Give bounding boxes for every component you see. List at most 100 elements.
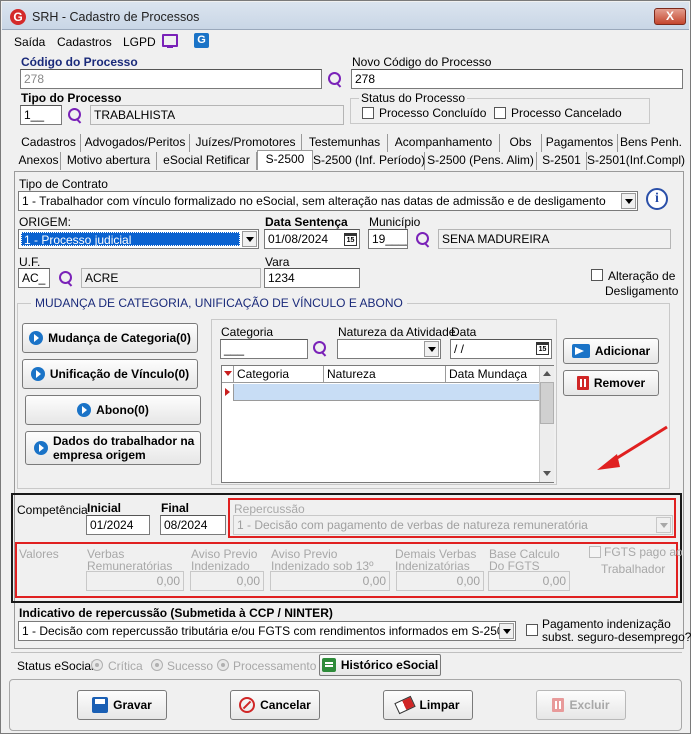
grid-sort-header[interactable] [222, 366, 234, 383]
cancelar-button[interactable]: Cancelar [230, 690, 320, 720]
tab-obs[interactable]: Obs [500, 134, 542, 152]
tab-s2500-inf-periodo[interactable]: S-2500 (Inf. Período) [313, 152, 425, 170]
g-app-icon[interactable]: G [194, 33, 209, 48]
tab-esocial-retificar[interactable]: eSocial Retificar [157, 152, 257, 170]
tab-s2501[interactable]: S-2501 [537, 152, 587, 170]
alteracao-label-2: Desligamento [605, 284, 679, 298]
tab-anexos[interactable]: Anexos [17, 152, 61, 170]
radio-critica[interactable] [91, 659, 103, 671]
unificacao-vinculo-button[interactable]: Unificação de Vínculo(0) [22, 359, 198, 389]
vara-input[interactable]: 1234 [264, 268, 360, 288]
verbas-input[interactable]: 0,00 [86, 571, 184, 591]
codigo-label: Código do Processo [21, 55, 138, 69]
search-municipio-icon[interactable] [415, 231, 431, 247]
info-icon[interactable]: i [646, 188, 668, 210]
codigo-input[interactable]: 278 [20, 69, 322, 89]
radio-sucesso-label: Sucesso [167, 659, 214, 673]
tab-s2500-pens-alim[interactable]: S-2500 (Pens. Alim) [425, 152, 537, 170]
repercussao-select[interactable]: 1 - Decisão com pagamento de verbas de n… [233, 515, 673, 535]
tab-testemunhas[interactable]: Testemunhas [302, 134, 388, 152]
tab-cadastros[interactable]: Cadastros [17, 134, 81, 152]
title-bar: G SRH - Cadastro de Processos X [2, 2, 689, 30]
divider [11, 652, 682, 653]
processo-concluido-checkbox[interactable] [362, 107, 374, 119]
valores-label: Valores [19, 547, 59, 561]
base-fgts-input[interactable]: 0,00 [488, 571, 570, 591]
excluir-label: Excluir [569, 698, 610, 712]
menu-saida[interactable]: Saída [14, 35, 45, 49]
tab-s2501-inf-compl[interactable]: S-2501(Inf.Compl) [587, 152, 685, 170]
pagamento-indenizacao-checkbox[interactable] [526, 624, 538, 636]
chevron-down-icon[interactable] [621, 193, 636, 209]
calendar-icon[interactable]: 15 [344, 233, 357, 246]
excluir-button[interactable]: Excluir [536, 690, 626, 720]
radio-critica-label: Crítica [108, 659, 143, 673]
menu-lgpd[interactable]: LGPD [123, 35, 156, 49]
grid-header-natureza[interactable]: Natureza [324, 366, 446, 383]
search-codigo-icon[interactable] [327, 71, 343, 87]
scroll-down-icon[interactable] [543, 471, 551, 476]
search-tipo-icon[interactable] [67, 107, 83, 123]
aviso13-input[interactable]: 0,00 [270, 571, 390, 591]
mudanca-categoria-button[interactable]: Mudança de Categoria(0) [22, 323, 198, 353]
tipo-processo-code[interactable]: 1__ [20, 105, 62, 125]
indicativo-select[interactable]: 1 - Decisão com repercussão tributária e… [18, 621, 516, 641]
calendar-icon[interactable]: 15 [536, 342, 549, 355]
table-row[interactable] [234, 384, 539, 401]
alteracao-desligamento-checkbox[interactable] [591, 269, 603, 281]
search-categoria-icon[interactable] [312, 340, 328, 356]
historico-esocial-button[interactable]: Histórico eSocial [319, 654, 441, 676]
tab-pagamentos[interactable]: Pagamentos [542, 134, 618, 152]
categoria-input[interactable]: ___ [220, 339, 308, 359]
adicionar-button[interactable]: Adicionar [563, 338, 659, 364]
monitor-icon[interactable] [162, 34, 178, 48]
origem-select[interactable]: 1 - Processo judicial [18, 229, 259, 249]
tab-s2500[interactable]: S-2500 [257, 150, 313, 170]
tab-motivo-abertura[interactable]: Motivo abertura [61, 152, 157, 170]
chevron-down-icon[interactable] [242, 231, 257, 247]
chevron-down-icon[interactable] [656, 517, 671, 533]
data-sentenca-value: 01/08/2024 [268, 232, 329, 246]
menu-cadastros[interactable]: Cadastros [57, 35, 112, 49]
app-logo-icon: G [10, 9, 26, 25]
data-label: Data [451, 325, 477, 339]
gravar-button[interactable]: Gravar [77, 690, 167, 720]
search-uf-icon[interactable] [58, 270, 74, 286]
processo-cancelado-checkbox[interactable] [494, 107, 506, 119]
historico-esocial-label: Histórico eSocial [340, 658, 439, 672]
inicial-input[interactable]: 01/2024 [86, 515, 150, 535]
chevron-down-icon[interactable] [499, 623, 514, 639]
repercussao-value: 1 - Decisão com pagamento de verbas de n… [237, 518, 588, 532]
scroll-thumb[interactable] [540, 382, 554, 424]
window-title: SRH - Cadastro de Processos [32, 10, 200, 24]
dados-trabalhador-button[interactable]: Dados do trabalhador na empresa origem [25, 431, 201, 465]
categoria-grid[interactable]: Categoria Natureza Data Mundaça [221, 365, 554, 483]
uf-code-input[interactable]: AC_ [18, 268, 50, 288]
dados-trabalhador-line-1: Dados do trabalhador na [53, 434, 195, 448]
close-button[interactable]: X [654, 8, 686, 25]
grid-scrollbar[interactable] [539, 366, 554, 482]
novo-codigo-input[interactable]: 278 [351, 69, 683, 89]
chevron-down-icon[interactable] [424, 341, 439, 357]
limpar-button[interactable]: Limpar [383, 690, 473, 720]
remover-button[interactable]: Remover [563, 370, 659, 396]
demais-input[interactable]: 0,00 [396, 571, 484, 591]
final-input[interactable]: 08/2024 [160, 515, 226, 535]
abono-button[interactable]: Abono(0) [25, 395, 201, 425]
tipo-contrato-select[interactable]: 1 - Trabalhador com vínculo formalizado … [18, 191, 638, 211]
natureza-select[interactable] [337, 339, 441, 359]
vara-label: Vara [265, 255, 290, 269]
municipio-code-input[interactable]: 19____ [368, 229, 408, 249]
radio-processamento[interactable] [217, 659, 229, 671]
tab-bens-penh[interactable]: Bens Penh. [618, 134, 684, 152]
aviso-input[interactable]: 0,00 [190, 571, 264, 591]
adicionar-label: Adicionar [594, 344, 651, 358]
radio-sucesso[interactable] [151, 659, 163, 671]
tab-acompanhamento[interactable]: Acompanhamento [388, 134, 500, 152]
mudanca-legend: MUDANÇA DE CATEGORIA, UNIFICAÇÃO DE VÍNC… [31, 296, 407, 310]
scroll-up-icon[interactable] [543, 371, 551, 376]
grid-header-categoria[interactable]: Categoria [234, 366, 324, 383]
grid-header-data[interactable]: Data Mundaça [446, 366, 539, 383]
fgts-pago-checkbox[interactable] [589, 546, 601, 558]
tab-advogados[interactable]: Advogados/Peritos [81, 134, 190, 152]
